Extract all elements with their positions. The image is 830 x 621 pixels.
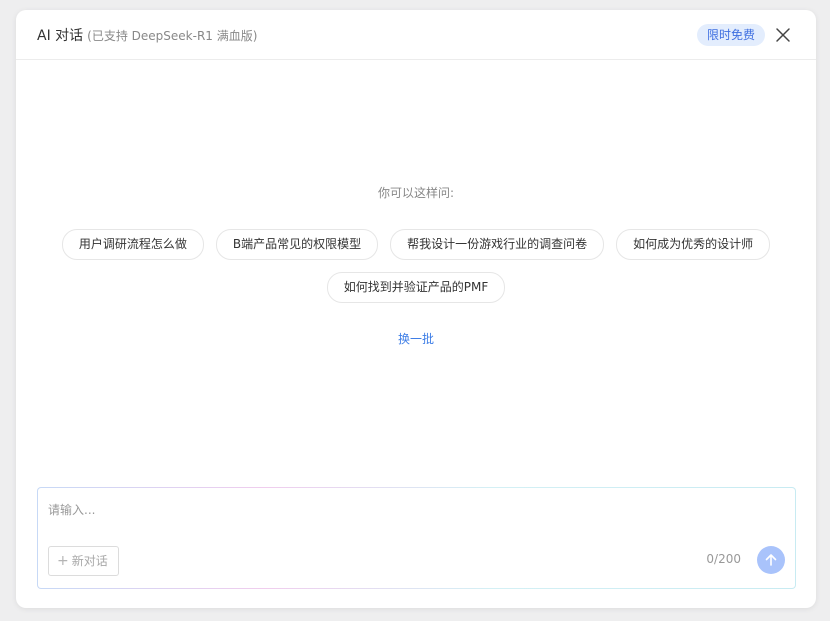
dialog-subtitle: (已支持 DeepSeek-R1 满血版) bbox=[87, 29, 258, 43]
suggestion-chip[interactable]: 用户调研流程怎么做 bbox=[61, 229, 204, 260]
suggestion-chip[interactable]: B端产品常见的权限模型 bbox=[215, 229, 379, 260]
prompt-hint: 你可以这样问: bbox=[377, 186, 455, 200]
refresh-suggestions-link[interactable]: 换一批 bbox=[16, 330, 816, 347]
ai-chat-dialog: AI 对话 (已支持 DeepSeek-R1 满血版) 限时免费 你可以这样问: … bbox=[16, 10, 816, 608]
composer: + 新对话 0/200 bbox=[37, 487, 796, 589]
char-count: 0/200 bbox=[706, 552, 741, 566]
arrow-up-icon bbox=[765, 554, 777, 566]
suggestion-row-1: 用户调研流程怎么做 B端产品常见的权限模型 帮我设计一份游戏行业的调查问卷 如何… bbox=[16, 229, 816, 260]
send-button[interactable] bbox=[757, 546, 785, 574]
dialog-header: AI 对话 (已支持 DeepSeek-R1 满血版) 限时免费 bbox=[16, 10, 816, 60]
free-badge: 限时免费 bbox=[696, 24, 765, 46]
suggestion-row-2: 如何找到并验证产品的PMF bbox=[16, 272, 816, 303]
close-button[interactable] bbox=[775, 27, 791, 43]
message-input[interactable] bbox=[48, 498, 778, 522]
new-chat-label: 新对话 bbox=[71, 554, 108, 568]
new-chat-button[interactable]: + 新对话 bbox=[48, 546, 119, 576]
close-icon bbox=[776, 28, 790, 42]
suggestion-chip[interactable]: 如何成为优秀的设计师 bbox=[616, 229, 771, 260]
plus-icon: + bbox=[57, 553, 69, 569]
suggestion-chip[interactable]: 如何找到并验证产品的PMF bbox=[326, 272, 506, 303]
dialog-title: AI 对话 (已支持 DeepSeek-R1 满血版) bbox=[37, 25, 257, 45]
suggestion-chip[interactable]: 帮我设计一份游戏行业的调查问卷 bbox=[390, 229, 605, 260]
dialog-title-text: AI 对话 bbox=[37, 28, 84, 44]
